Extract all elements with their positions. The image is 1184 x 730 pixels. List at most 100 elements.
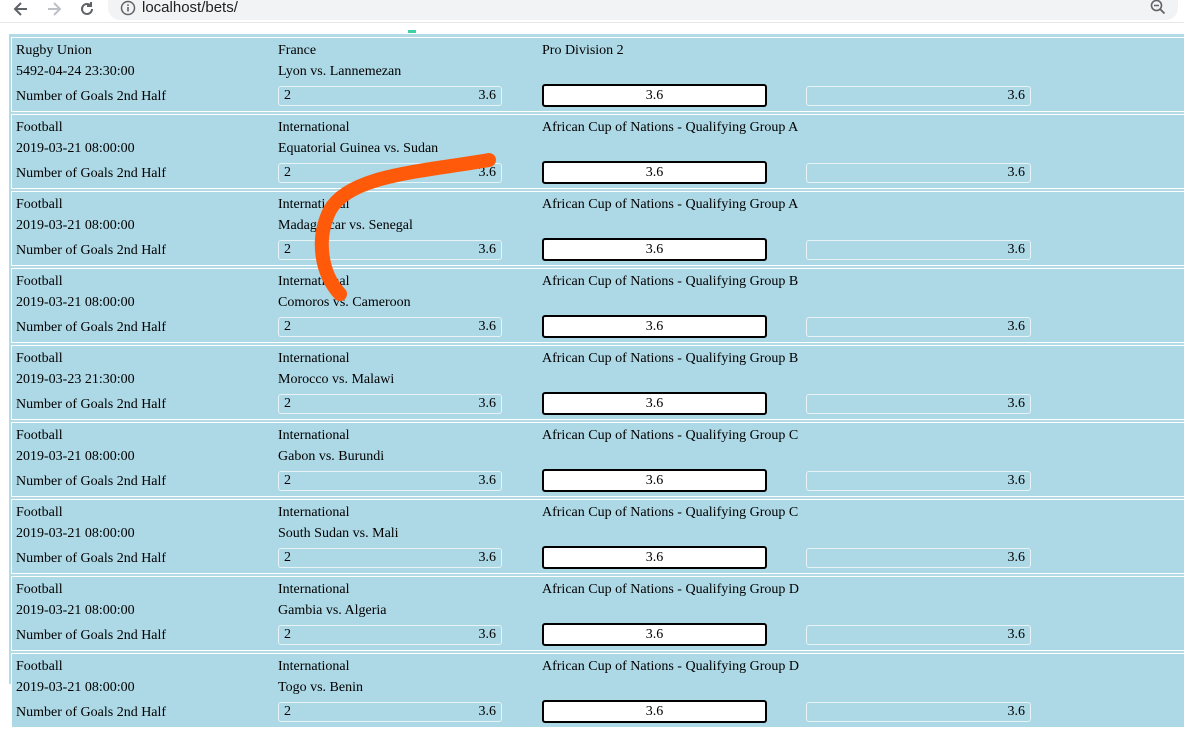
sport-name: Football: [16, 197, 63, 212]
odd-value: 3.6: [645, 704, 664, 719]
forward-arrow-icon[interactable]: [45, 0, 63, 18]
market-name: Number of Goals 2nd Half: [16, 551, 167, 566]
event-date: 2019-03-21 08:00:00: [16, 141, 135, 156]
odd-button-2[interactable]: 3.6: [542, 315, 767, 338]
odd-button-3[interactable]: 3.6: [806, 471, 1031, 491]
odd-value: 3.6: [645, 627, 664, 642]
progress-indicator: [408, 30, 416, 33]
odd-value: 3.6: [478, 550, 497, 565]
odd-value: 3.6: [478, 627, 497, 642]
match-name: Comoros vs. Cameroon: [278, 295, 411, 310]
league-name: African Cup of Nations - Qualifying Grou…: [542, 428, 799, 443]
event-date: 2019-03-21 08:00:00: [16, 603, 135, 618]
odd-button-1[interactable]: 2 3.6: [278, 317, 502, 337]
bet-row: Football 2019-03-21 08:00:00 Number of G…: [11, 191, 1184, 266]
league-name: African Cup of Nations - Qualifying Grou…: [542, 274, 799, 289]
odd-value: 3.6: [478, 473, 497, 488]
country-name: International: [278, 582, 350, 597]
match-name: Equatorial Guinea vs. Sudan: [278, 141, 439, 156]
sport-name: Football: [16, 505, 63, 520]
match-name: Togo vs. Benin: [278, 680, 363, 695]
odd-button-1[interactable]: 2 3.6: [278, 394, 502, 414]
odd-button-2[interactable]: 3.6: [542, 623, 767, 646]
line-value: 2: [284, 242, 291, 257]
market-name: Number of Goals 2nd Half: [16, 320, 167, 335]
bet-list: Rugby Union 5492-04-24 23:30:00 Number o…: [11, 37, 1184, 730]
event-date: 5492-04-24 23:30:00: [16, 64, 135, 79]
bet-row: Football 2019-03-21 08:00:00 Number of G…: [11, 422, 1184, 497]
odd-value: 3.6: [645, 242, 664, 257]
odd-button-3[interactable]: 3.6: [806, 163, 1031, 183]
line-value: 2: [284, 396, 291, 411]
odd-button-1[interactable]: 2 3.6: [278, 548, 502, 568]
odd-button-3[interactable]: 3.6: [806, 702, 1031, 722]
odd-button-1[interactable]: 2 3.6: [278, 240, 502, 260]
match-name: Gambia vs. Algeria: [278, 603, 387, 618]
market-name: Number of Goals 2nd Half: [16, 243, 167, 258]
market-name: Number of Goals 2nd Half: [16, 474, 167, 489]
odd-value: 3.6: [645, 88, 664, 103]
match-name: South Sudan vs. Mali: [278, 526, 399, 541]
odd-button-2[interactable]: 3.6: [542, 238, 767, 261]
event-date: 2019-03-21 08:00:00: [16, 449, 135, 464]
back-arrow-icon[interactable]: [12, 0, 30, 18]
zoom-out-icon[interactable]: [1150, 0, 1166, 18]
odd-value: 3.6: [1007, 319, 1026, 334]
sport-name: Football: [16, 659, 63, 674]
line-value: 2: [284, 473, 291, 488]
match-name: Gabon vs. Burundi: [278, 449, 385, 464]
bet-row: Football 2019-03-21 08:00:00 Number of G…: [11, 576, 1184, 651]
odd-button-2[interactable]: 3.6: [542, 700, 767, 723]
line-value: 2: [284, 550, 291, 565]
odd-button-3[interactable]: 3.6: [806, 625, 1031, 645]
league-name: African Cup of Nations - Qualifying Grou…: [542, 351, 799, 366]
sport-name: Rugby Union: [16, 43, 92, 58]
odd-button-1[interactable]: 2 3.6: [278, 163, 502, 183]
market-name: Number of Goals 2nd Half: [16, 166, 167, 181]
url-text[interactable]: localhost/bets/: [142, 0, 238, 16]
league-name: African Cup of Nations - Qualifying Grou…: [542, 120, 799, 135]
odd-value: 3.6: [1007, 473, 1026, 488]
sport-name: Football: [16, 274, 63, 289]
odd-button-3[interactable]: 3.6: [806, 240, 1031, 260]
odd-button-3[interactable]: 3.6: [806, 548, 1031, 568]
league-name: African Cup of Nations - Qualifying Grou…: [542, 197, 799, 212]
address-bar[interactable]: localhost/bets/: [108, 0, 1178, 20]
odd-value: 3.6: [1007, 242, 1026, 257]
odd-button-3[interactable]: 3.6: [806, 317, 1031, 337]
sport-name: Football: [16, 120, 63, 135]
league-name: African Cup of Nations - Qualifying Grou…: [542, 582, 800, 597]
reload-icon[interactable]: [78, 0, 96, 18]
odd-button-1[interactable]: 2 3.6: [278, 625, 502, 645]
odd-button-3[interactable]: 3.6: [806, 394, 1031, 414]
line-value: 2: [284, 319, 291, 334]
browser-toolbar: localhost/bets/: [0, 0, 1184, 23]
info-icon[interactable]: [120, 0, 136, 19]
odd-button-2[interactable]: 3.6: [542, 546, 767, 569]
odd-value: 3.6: [645, 165, 664, 180]
market-name: Number of Goals 2nd Half: [16, 397, 167, 412]
market-name: Number of Goals 2nd Half: [16, 628, 167, 643]
odd-value: 3.6: [1007, 396, 1026, 411]
country-name: International: [278, 428, 350, 443]
odd-value: 3.6: [1007, 165, 1026, 180]
odd-button-2[interactable]: 3.6: [542, 84, 767, 107]
odd-button-2[interactable]: 3.6: [542, 161, 767, 184]
league-name: Pro Division 2: [542, 43, 624, 58]
match-name: Madagascar vs. Senegal: [278, 218, 413, 233]
market-name: Number of Goals 2nd Half: [16, 89, 167, 104]
odd-button-2[interactable]: 3.6: [542, 392, 767, 415]
odd-button-1[interactable]: 2 3.6: [278, 86, 502, 106]
odd-value: 3.6: [478, 165, 497, 180]
odd-value: 3.6: [1007, 88, 1026, 103]
odd-button-3[interactable]: 3.6: [806, 86, 1031, 106]
odd-button-1[interactable]: 2 3.6: [278, 702, 502, 722]
country-name: International: [278, 659, 350, 674]
odd-value: 3.6: [478, 88, 497, 103]
odd-button-1[interactable]: 2 3.6: [278, 471, 502, 491]
odd-button-2[interactable]: 3.6: [542, 469, 767, 492]
country-name: International: [278, 197, 350, 212]
odd-value: 3.6: [478, 704, 497, 719]
bet-row: Football 2019-03-21 08:00:00 Number of G…: [11, 268, 1184, 343]
odd-value: 3.6: [1007, 627, 1026, 642]
